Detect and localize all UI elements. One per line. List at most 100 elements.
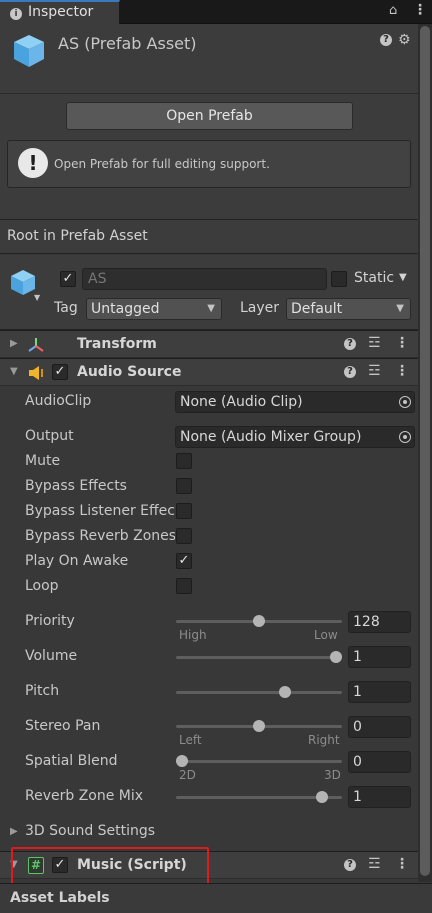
foldout-arrow-icon[interactable]: ▼	[10, 366, 18, 377]
static-dropdown-icon[interactable]: ▼	[399, 272, 407, 283]
loop-label: Loop	[25, 578, 59, 594]
tag-dropdown[interactable]: Untagged ▼	[86, 298, 222, 320]
gameobject-header: ▼ ✓ AS Static ▼ Tag Untagged ▼ Layer Def…	[0, 255, 418, 330]
kebab-menu-icon[interactable]: ⋮	[395, 363, 409, 379]
kebab-menu-icon[interactable]: ⋮	[395, 856, 409, 872]
loop-checkbox[interactable]	[176, 578, 192, 594]
slider-thumb[interactable]	[253, 720, 265, 732]
asset-title: AS (Prefab Asset)	[58, 34, 197, 53]
foldout-arrow-icon[interactable]: ▶	[10, 338, 18, 349]
output-label: Output	[25, 428, 74, 444]
scrollbar-thumb[interactable]	[420, 26, 430, 876]
root-label: Root in Prefab Asset	[7, 228, 148, 244]
volume-label: Volume	[25, 648, 78, 664]
presets-icon[interactable]: ☲	[368, 335, 381, 351]
bypass-reverb-zones-label: Bypass Reverb Zones	[25, 528, 175, 544]
slider-thumb[interactable]	[330, 651, 342, 663]
mute-label: Mute	[25, 453, 61, 469]
audio-source-header[interactable]: ▼ ✓ Audio Source ? ☲ ⋮	[0, 358, 418, 386]
volume-field[interactable]: 1	[348, 646, 411, 668]
root-bar: Root in Prefab Asset	[0, 220, 418, 254]
asset-labels-bar[interactable]: Asset Labels	[0, 883, 432, 913]
spatial-blend-slider[interactable]	[176, 755, 342, 767]
slider-thumb[interactable]	[253, 615, 265, 627]
spatial-blend-field[interactable]: 0	[348, 751, 411, 773]
layer-dropdown[interactable]: Default ▼	[286, 298, 411, 320]
gameobject-icon[interactable]	[9, 268, 37, 296]
info-icon: i	[10, 8, 22, 20]
presets-icon[interactable]: ☲	[368, 856, 381, 872]
volume-slider[interactable]	[176, 651, 342, 663]
reverb-zone-mix-slider[interactable]	[176, 791, 342, 803]
vertical-scrollbar[interactable]	[418, 24, 432, 882]
audioclip-label: AudioClip	[25, 393, 92, 409]
kebab-menu-icon[interactable]: ⋮	[395, 335, 409, 351]
pitch-label: Pitch	[25, 683, 60, 699]
name-field[interactable]: AS	[82, 268, 327, 290]
stereo-pan-slider[interactable]	[176, 720, 342, 732]
transform-header[interactable]: ▶ Transform ? ☲ ⋮	[0, 330, 418, 358]
prefab-cube-icon	[14, 35, 44, 67]
open-prefab-button[interactable]: Open Prefab	[66, 102, 353, 130]
output-value: None (Audio Mixer Group)	[180, 429, 362, 445]
tag-value: Untagged	[91, 301, 160, 317]
prefab-header: AS (Prefab Asset) ? ⚙ Open Prefab ! Open…	[0, 24, 418, 220]
priority-slider[interactable]	[176, 615, 342, 627]
tab-label: Inspector	[28, 4, 94, 20]
bypass-reverb-zones-checkbox[interactable]	[176, 528, 192, 544]
slider-thumb[interactable]	[176, 755, 188, 767]
stereo-pan-field[interactable]: 0	[348, 716, 411, 738]
tab-inspector[interactable]: i Inspector	[0, 0, 120, 25]
reverb-zone-mix-label: Reverb Zone Mix	[25, 788, 144, 804]
pitch-slider[interactable]	[176, 686, 342, 698]
presets-icon[interactable]: ☲	[368, 363, 381, 379]
help-icon[interactable]: ?	[344, 859, 356, 871]
tab-bar: i Inspector ⌂ ⋮	[0, 0, 432, 25]
foldout-arrow-icon[interactable]: ▶	[10, 826, 18, 837]
layer-value: Default	[291, 301, 343, 317]
layer-label: Layer	[240, 300, 280, 316]
transform-icon	[28, 338, 44, 352]
active-checkbox[interactable]: ✓	[60, 271, 76, 287]
icon-dropdown-arrow-icon[interactable]: ▼	[34, 293, 40, 302]
audio-source-enabled-checkbox[interactable]: ✓	[52, 364, 68, 380]
help-icon[interactable]: ?	[380, 34, 392, 46]
asset-labels-title: Asset Labels	[10, 890, 110, 906]
priority-field[interactable]: 128	[348, 611, 411, 633]
3d-sound-settings-foldout[interactable]: 3D Sound Settings	[25, 823, 155, 839]
spatial-blend-min-caption: 2D	[179, 768, 196, 782]
audioclip-value: None (Audio Clip)	[180, 394, 303, 410]
audio-source-title: Audio Source	[77, 364, 182, 380]
play-on-awake-checkbox[interactable]: ✓	[176, 553, 192, 569]
highlight-box	[11, 847, 209, 885]
slider-thumb[interactable]	[278, 686, 291, 698]
transform-title: Transform	[77, 336, 157, 352]
chevron-down-icon: ▼	[396, 303, 404, 314]
speaker-icon	[29, 366, 43, 380]
help-box-text: Open Prefab for full editing support.	[54, 157, 270, 171]
help-icon[interactable]: ?	[344, 338, 356, 350]
object-picker-icon[interactable]	[399, 396, 411, 408]
lock-icon[interactable]: ⌂	[389, 3, 397, 18]
kebab-menu-icon[interactable]: ⋮	[413, 2, 427, 18]
warning-icon: !	[18, 148, 48, 178]
play-on-awake-label: Play On Awake	[25, 553, 129, 569]
object-picker-icon[interactable]	[399, 431, 411, 443]
output-field[interactable]: None (Audio Mixer Group)	[175, 426, 415, 448]
stereo-pan-label: Stereo Pan	[25, 718, 101, 734]
help-icon[interactable]: ?	[344, 366, 356, 378]
bypass-effects-label: Bypass Effects	[25, 478, 127, 494]
spatial-blend-max-caption: 3D	[324, 768, 341, 782]
stereo-pan-max-caption: Right	[308, 733, 340, 747]
tag-label: Tag	[54, 300, 78, 316]
bypass-effects-checkbox[interactable]	[176, 478, 192, 494]
divider	[0, 93, 418, 94]
bypass-listener-effects-checkbox[interactable]	[176, 503, 192, 519]
audioclip-field[interactable]: None (Audio Clip)	[175, 391, 415, 413]
gear-icon[interactable]: ⚙	[398, 33, 411, 47]
mute-checkbox[interactable]	[176, 453, 192, 469]
static-checkbox[interactable]	[331, 271, 347, 287]
slider-thumb[interactable]	[315, 791, 328, 803]
pitch-field[interactable]: 1	[348, 681, 411, 703]
reverb-zone-mix-field[interactable]: 1	[348, 786, 411, 808]
